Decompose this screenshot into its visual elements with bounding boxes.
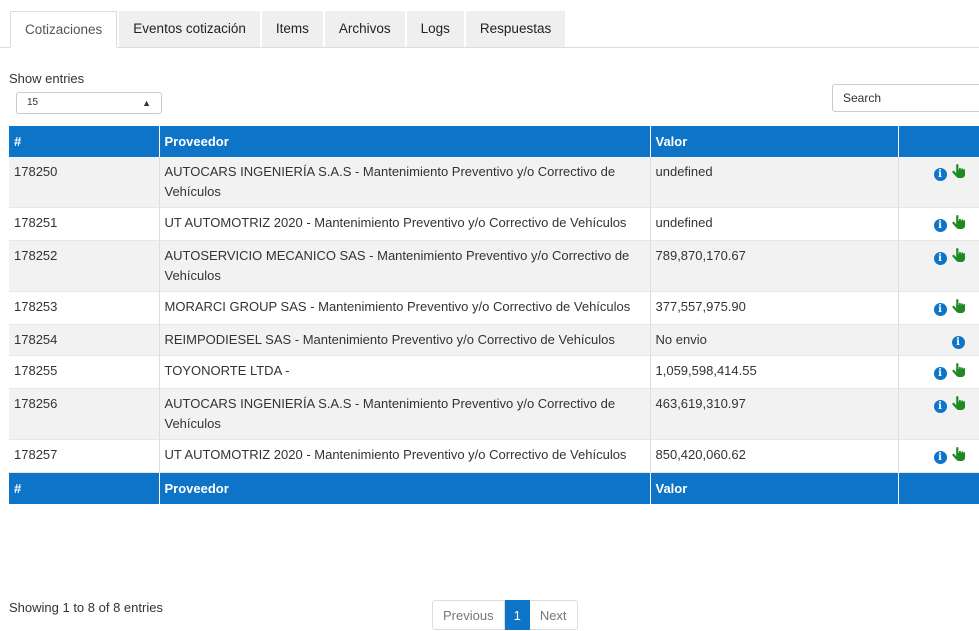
table-row: 178254 REIMPODIESEL SAS - Mantenimiento P… bbox=[9, 324, 979, 356]
search-input[interactable] bbox=[832, 84, 979, 112]
cell-valor: undefined bbox=[650, 157, 899, 208]
cell-proveedor: UT AUTOMOTRIZ 2020 - Mantenimiento Preve… bbox=[159, 207, 651, 241]
cell-actions: i bbox=[898, 324, 979, 356]
header-proveedor[interactable]: Proveedor bbox=[159, 126, 651, 157]
tab-eventos-cotizacion[interactable]: Eventos cotización bbox=[119, 11, 260, 47]
page-size-value: 15 bbox=[27, 97, 39, 108]
cell-valor: 463,619,310.97 bbox=[650, 388, 899, 440]
footer-proveedor: Proveedor bbox=[159, 472, 651, 504]
footer-id: # bbox=[9, 472, 160, 504]
cell-proveedor: AUTOSERVICIO MECANICO SAS - Mantenimient… bbox=[159, 240, 651, 292]
cell-id: 178256 bbox=[9, 388, 160, 440]
select-arrows-icon: ▲︎ bbox=[142, 98, 151, 108]
cell-id: 178255 bbox=[9, 355, 160, 389]
cell-valor: No envio bbox=[650, 324, 899, 356]
info-icon[interactable]: i bbox=[951, 335, 965, 349]
cell-actions: i bbox=[898, 291, 979, 325]
footer-valor: Valor bbox=[650, 472, 899, 504]
header-valor[interactable]: Valor bbox=[650, 126, 899, 157]
cell-valor: 789,870,170.67 bbox=[650, 240, 899, 292]
cell-actions: i bbox=[898, 355, 979, 389]
header-id[interactable]: # bbox=[9, 126, 160, 157]
tab-items[interactable]: Items bbox=[261, 11, 323, 47]
cell-proveedor: UT AUTOMOTRIZ 2020 - Mantenimiento Preve… bbox=[159, 439, 651, 473]
header-actions bbox=[898, 126, 979, 157]
cell-valor: 1,059,598,414.55 bbox=[650, 355, 899, 389]
info-icon[interactable]: i bbox=[933, 367, 947, 380]
cell-id: 178254 bbox=[9, 324, 160, 356]
pagination: Previous 1 Next bbox=[432, 600, 578, 630]
cell-actions: i bbox=[898, 439, 979, 473]
tab-respuestas[interactable]: Respuestas bbox=[465, 11, 566, 47]
cell-valor: 850,420,060.62 bbox=[650, 439, 899, 473]
table-header-row: # Proveedor Valor bbox=[9, 126, 979, 157]
cotizaciones-table: # Proveedor Valor 178250 AUTOCARS INGENIE… bbox=[9, 126, 979, 504]
hand-pointer-icon[interactable] bbox=[951, 363, 965, 383]
page-size-select[interactable]: 15 ▲︎ bbox=[16, 92, 162, 114]
table-row: 178257 UT AUTOMOTRIZ 2020 - Mantenimiento… bbox=[9, 439, 979, 473]
info-icon[interactable]: i bbox=[933, 303, 947, 316]
previous-button[interactable]: Previous bbox=[432, 600, 505, 630]
cell-proveedor: AUTOCARS INGENIERÍA S.A.S - Mantenimient… bbox=[159, 388, 651, 440]
cell-proveedor: REIMPODIESEL SAS - Mantenimiento Prevent… bbox=[159, 324, 651, 356]
table-row: 178251 UT AUTOMOTRIZ 2020 - Mantenimiento… bbox=[9, 207, 979, 241]
table-row: 178252 AUTOSERVICIO MECANICO SAS - Manten… bbox=[9, 240, 979, 292]
info-icon[interactable]: i bbox=[933, 252, 947, 265]
cell-id: 178251 bbox=[9, 207, 160, 241]
show-entries-label: Show entries bbox=[9, 71, 85, 86]
table-row: 178253 MORARCI GROUP SAS - Mantenimiento … bbox=[9, 291, 979, 325]
cell-valor: 377,557,975.90 bbox=[650, 291, 899, 325]
table-row: 178250 AUTOCARS INGENIERÍA S.A.S - Manten… bbox=[9, 157, 979, 208]
cell-actions: i bbox=[898, 388, 979, 440]
info-icon[interactable]: i bbox=[933, 451, 947, 464]
page-1-button[interactable]: 1 bbox=[504, 600, 530, 630]
tab-logs[interactable]: Logs bbox=[406, 11, 464, 47]
hand-pointer-icon[interactable] bbox=[951, 299, 965, 319]
cell-id: 178257 bbox=[9, 439, 160, 473]
cell-actions: i bbox=[898, 207, 979, 241]
tab-bar: Cotizaciones Eventos cotización Items Ar… bbox=[0, 11, 979, 48]
tab-archivos[interactable]: Archivos bbox=[324, 11, 405, 47]
tab-cotizaciones[interactable]: Cotizaciones bbox=[10, 11, 118, 48]
info-icon[interactable]: i bbox=[933, 219, 947, 232]
table-row: 178256 AUTOCARS INGENIERÍA S.A.S - Manten… bbox=[9, 388, 979, 440]
cell-actions: i bbox=[898, 240, 979, 292]
cell-id: 178252 bbox=[9, 240, 160, 292]
cell-actions: i bbox=[898, 157, 979, 208]
hand-pointer-icon[interactable] bbox=[951, 164, 965, 184]
cell-id: 178250 bbox=[9, 157, 160, 208]
cell-proveedor: TOYONORTE LTDA - bbox=[159, 355, 651, 389]
info-icon[interactable]: i bbox=[933, 168, 947, 181]
next-button[interactable]: Next bbox=[529, 600, 578, 630]
cell-id: 178253 bbox=[9, 291, 160, 325]
hand-pointer-icon[interactable] bbox=[951, 248, 965, 268]
hand-pointer-icon[interactable] bbox=[951, 396, 965, 416]
table-info: Showing 1 to 8 of 8 entries bbox=[9, 600, 163, 615]
table-footer-row: # Proveedor Valor bbox=[9, 472, 979, 504]
table-row: 178255 TOYONORTE LTDA -1,059,598,414.55 i bbox=[9, 355, 979, 389]
info-icon[interactable]: i bbox=[933, 400, 947, 413]
footer-actions bbox=[898, 472, 979, 504]
hand-pointer-icon[interactable] bbox=[951, 447, 965, 467]
cell-valor: undefined bbox=[650, 207, 899, 241]
cell-proveedor: AUTOCARS INGENIERÍA S.A.S - Mantenimient… bbox=[159, 157, 651, 208]
hand-pointer-icon[interactable] bbox=[951, 215, 965, 235]
cell-proveedor: MORARCI GROUP SAS - Mantenimiento Preven… bbox=[159, 291, 651, 325]
